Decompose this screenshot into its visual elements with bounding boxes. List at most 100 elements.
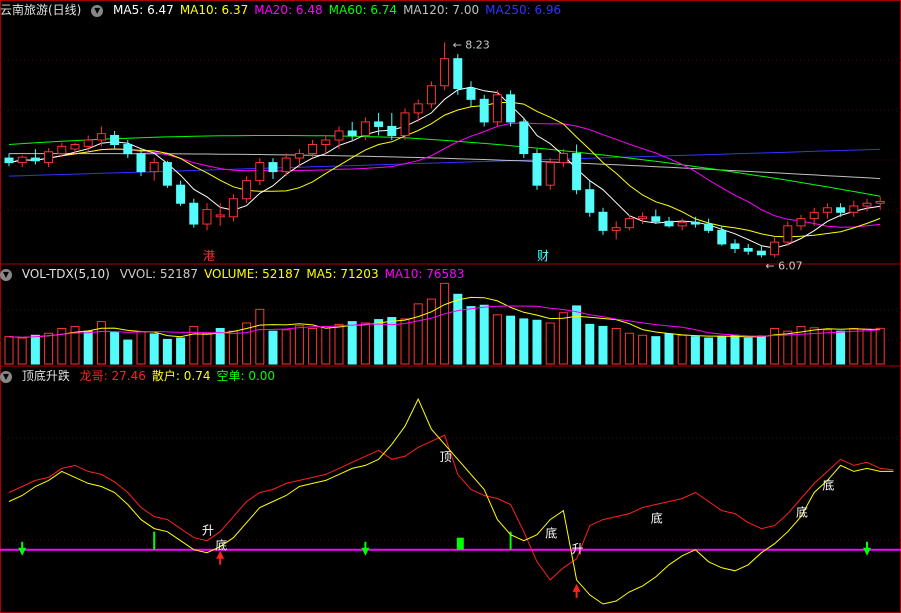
signal-label-3: 底 [545, 526, 557, 541]
candle-body [413, 103, 423, 114]
volume-bar [149, 333, 159, 365]
candle-body [426, 85, 436, 105]
candle-body [242, 180, 252, 200]
candle-body [519, 121, 529, 155]
volume-legend-item-2: MA5: 71203 [306, 267, 379, 281]
candle-body [624, 218, 634, 229]
volume-bar [572, 305, 582, 365]
volume-bar [585, 323, 595, 365]
candle-body [743, 247, 753, 252]
volume-bar [558, 312, 568, 365]
ma-legend-item-4: MA120: 7.00 [403, 3, 480, 17]
candle-body [136, 153, 146, 173]
volume-bar [202, 332, 212, 365]
volume-legend-item-3: MA10: 76583 [384, 267, 465, 281]
indicator-panel-header: ▼ 顶底升跌 龙哥: 27.46 散户: 0.74 空单: 0.00 [0, 368, 287, 384]
kongdan-bar [456, 537, 464, 550]
candle-body [704, 223, 714, 231]
candle-body [83, 139, 93, 147]
volume-bar [862, 328, 872, 365]
dropdown-icon[interactable]: ▼ [0, 268, 12, 281]
candle-body [638, 216, 648, 220]
candle-body [453, 58, 463, 89]
price-panel-header: 云南旅游(日线) ▼ MA5: 6.47 MA10: 6.37 MA20: 6.48… [0, 2, 573, 18]
ma-legend-item-1: MA10: 6.37 [179, 3, 249, 17]
candle-body [189, 202, 199, 225]
ma-legend: MA5: 6.47 MA10: 6.37 MA20: 6.48 MA60: 6.74 M… [113, 3, 567, 17]
ma-legend-item-3: MA60: 6.74 [328, 3, 398, 17]
dropdown-icon[interactable]: ▼ [91, 4, 104, 17]
indicator-title: 顶底升跌 [21, 369, 70, 383]
stock-title: 云南旅游(日线) [0, 3, 82, 17]
candle-body [796, 218, 806, 227]
volume-bar [83, 330, 93, 365]
candle-body [862, 202, 872, 207]
volume-legend-item-0: VVOL: 52187 [119, 267, 199, 281]
candle-body [545, 162, 555, 186]
finance-report-marker: 财 [537, 249, 549, 263]
candle-body [176, 184, 186, 204]
volume-bar [281, 329, 291, 365]
signal-label-7: 底 [822, 477, 834, 492]
candle-body [110, 134, 120, 146]
candle-body [598, 211, 608, 231]
candle-body [347, 130, 357, 136]
signal-label-4: 升 [572, 542, 584, 556]
volume-bar [413, 303, 423, 365]
indicator-legend: 龙哥: 27.46 散户: 0.74 空单: 0.00 [80, 369, 281, 383]
indicator-legend-item-2: 空单: 0.00 [216, 369, 276, 383]
signal-label-5: 底 [651, 511, 663, 526]
volume-panel-header: ▼ VOL-TDX(5,10) VVOL: 52187 VOLUME: 52187… [0, 266, 476, 282]
volume-bar [875, 327, 885, 365]
volume-bar [770, 327, 780, 365]
ma-legend-item-2: MA20: 6.48 [254, 3, 323, 17]
candle-body [558, 153, 568, 164]
chart-canvas[interactable]: ← 8.23← 6.07港 财升底顶底升底 底底 [0, 0, 901, 613]
candle-body [96, 133, 106, 141]
candle-body [308, 144, 318, 155]
volume-bar [453, 293, 463, 365]
signal-label-6: 底 [796, 505, 808, 520]
volume-bar [664, 333, 674, 365]
volume-bar [268, 330, 278, 365]
volume-bar [294, 325, 304, 365]
volume-bar [347, 321, 357, 365]
candle-body [479, 98, 489, 123]
candle-body [809, 211, 819, 220]
candle-body [123, 144, 133, 155]
signal-label-1: 底 [215, 538, 227, 553]
chart-frame [0, 0, 901, 613]
up-arrow-icon [216, 550, 225, 565]
candle-body [44, 151, 54, 164]
candle-body [875, 200, 885, 204]
volume-bar [321, 325, 331, 365]
volume-bar [783, 330, 793, 365]
candle-body [585, 189, 595, 213]
ma20-line [8, 122, 881, 228]
down-arrow-icon [18, 541, 27, 556]
volume-legend: VVOL: 52187 VOLUME: 52187 MA5: 71203 MA10: … [120, 267, 471, 281]
down-arrow-icon [863, 541, 871, 556]
signal-label-0: 升 [202, 524, 214, 538]
volume-bar [360, 322, 370, 365]
dropdown-icon[interactable]: ▼ [0, 370, 12, 383]
volume-bar [17, 337, 27, 365]
volume-bar [466, 306, 476, 365]
volume-bar [110, 332, 120, 365]
volume-bar [677, 334, 687, 365]
candle-body [770, 241, 780, 256]
volume-bar [400, 318, 410, 365]
up-arrow-icon [572, 583, 581, 598]
volume-bar [123, 339, 133, 365]
volume-bar [756, 335, 766, 365]
volume-bar [690, 336, 700, 365]
down-arrow-icon [361, 541, 370, 556]
candle-body [360, 121, 370, 136]
volume-bar [4, 336, 14, 365]
candle-body [572, 153, 582, 191]
volume-bar [822, 329, 832, 365]
ma-legend-item-0: MA5: 6.47 [113, 3, 174, 17]
candle-body [387, 125, 397, 136]
volume-bar [334, 323, 344, 365]
candle-body [162, 162, 172, 186]
